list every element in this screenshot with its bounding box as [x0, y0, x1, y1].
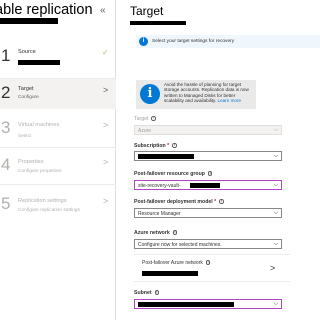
required-marker: * [167, 143, 170, 149]
chevron-down-icon: ⌵ [273, 153, 278, 159]
subnet-dropdown[interactable]: ⌵ [134, 299, 282, 309]
collapse-icon[interactable]: « [100, 5, 106, 16]
info-icon: i [172, 143, 177, 148]
target-label-text: Target [134, 116, 149, 122]
resource-group-dropdown[interactable]: site-recovery-vault- ⌵ [134, 180, 282, 190]
info-banner-text: Select your target settings for recovery [152, 39, 235, 44]
info-icon: i [140, 84, 160, 104]
azure-network-label: Azure network i [134, 230, 178, 236]
target-dropdown: Azure ⌵ [134, 125, 282, 135]
step-number: 2 [1, 83, 11, 102]
subscription-label-text: Subscription [134, 143, 166, 149]
chevron-right-icon: > [103, 120, 109, 130]
divider [0, 184, 116, 185]
subnet-label: Subnet i [134, 290, 160, 296]
subnet-label-text: Subnet [134, 290, 152, 296]
target-label: Target i [134, 116, 156, 122]
deployment-model-label: Post-failover deployment model * i [134, 199, 224, 205]
step-number: 5 [1, 194, 11, 213]
step-sub: Configure [18, 95, 39, 100]
chevron-down-icon: ⌵ [273, 241, 278, 247]
step-label: Virtual machines [18, 122, 60, 128]
step-sub: Configure replication settings [18, 208, 80, 213]
azure-network-label-text: Azure network [134, 230, 170, 236]
target-settings-pane: Target i Select your target settings for… [116, 0, 320, 320]
subscription-label: Subscription * i [134, 143, 177, 149]
info-icon: i [219, 199, 224, 204]
post-failover-network-label: Post-failover Azure network i [142, 260, 211, 266]
step-number: 4 [1, 155, 11, 174]
redacted-subtitle [0, 18, 58, 24]
deployment-model-dropdown[interactable]: Resource Manager ⌵ [134, 208, 282, 218]
chevron-right-icon: > [103, 196, 109, 206]
wizard-steps-pane: able replication « 1 Source ✓ 2 Target C… [0, 0, 116, 320]
info-icon: i [172, 230, 178, 235]
deployment-model-label-text: Post-failover deployment model [134, 199, 213, 205]
step-target[interactable]: 2 Target Configure > [0, 79, 116, 109]
chevron-down-icon: ⌵ [273, 301, 278, 307]
step-label: Source [18, 49, 36, 55]
blade-title: able replication [0, 2, 93, 18]
step-sub: Configure properties [18, 169, 62, 174]
step-number: 1 [1, 46, 11, 65]
step-number: 3 [1, 118, 11, 137]
redacted-subnet [138, 302, 234, 307]
managed-disks-notice: i Avoid the hassle of planning for targe… [136, 80, 256, 109]
step-sub: Select [18, 134, 32, 139]
info-icon: i [151, 116, 156, 121]
info-icon: i [154, 290, 160, 295]
step-label: Properties [18, 159, 44, 165]
azure-network-value: Configure now for selected machines. [138, 241, 222, 248]
post-failover-network-label-text: Post-failover Azure network [142, 260, 203, 266]
step-label: Replication settings [18, 198, 67, 204]
deployment-model-value: Resource Manager [138, 210, 181, 217]
check-icon: ✓ [102, 48, 109, 57]
step-label: Target [18, 86, 34, 92]
redacted-subtitle [130, 21, 186, 25]
redacted-subscription [138, 154, 194, 159]
page-title: Target [130, 4, 164, 18]
chevron-right-icon: > [103, 157, 109, 167]
step-replication-settings[interactable]: 5 Replication settings Configure replica… [0, 190, 116, 230]
resource-group-label-text: Post-failover resource group [134, 171, 205, 177]
step-source[interactable]: 1 Source ✓ [0, 40, 116, 80]
post-failover-network-row[interactable]: Post-failover Azure network i > [134, 254, 290, 282]
chevron-down-icon: ⌵ [273, 182, 278, 188]
target-value: Azure [138, 127, 152, 134]
redacted-source-name [18, 60, 60, 65]
chevron-down-icon: ⌵ [273, 127, 278, 133]
redacted-network-name [142, 271, 198, 276]
info-icon: i [139, 37, 148, 46]
subscription-dropdown[interactable]: ⌵ [134, 151, 282, 161]
chevron-right-icon: > [103, 85, 109, 95]
chevron-right-icon: > [270, 263, 276, 273]
chevron-down-icon: ⌵ [273, 210, 278, 216]
learn-more-link[interactable]: Learn more [218, 98, 242, 103]
step-virtual-machines[interactable]: 3 Virtual machines Select > [0, 114, 116, 154]
info-icon: i [205, 260, 211, 265]
step-properties[interactable]: 4 Properties Configure properties > [0, 151, 116, 191]
divider [0, 147, 116, 148]
info-icon: i [207, 171, 213, 176]
resource-group-label: Post-failover resource group i [134, 171, 213, 177]
azure-network-dropdown[interactable]: Configure now for selected machines. ⌵ [134, 239, 282, 249]
notice-text: Avoid the hassle of planning for target … [164, 82, 256, 104]
resource-group-value: site-recovery-vault- [138, 182, 181, 189]
redacted-resource-group-suffix [190, 183, 220, 188]
info-banner: i Select your target settings for recove… [136, 35, 320, 48]
required-marker: * [214, 199, 217, 205]
